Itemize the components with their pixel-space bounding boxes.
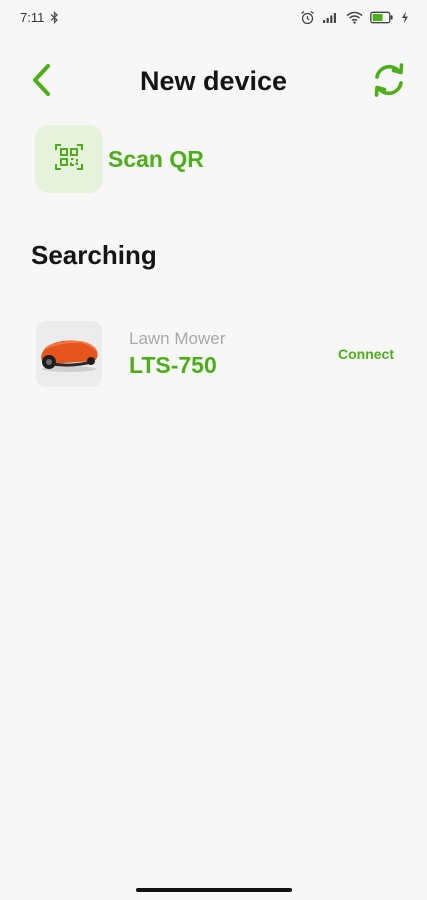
scan-qr-button[interactable]: Scan QR xyxy=(35,125,204,193)
status-time: 7:11 xyxy=(20,9,45,25)
device-image xyxy=(36,321,102,387)
battery-icon xyxy=(370,11,394,24)
charging-icon xyxy=(401,11,409,24)
robot-lawn-mower-icon xyxy=(41,340,98,372)
screen: 7:11 New device Scan QR Searching Lawn M… xyxy=(0,0,427,900)
list-item[interactable]: Lawn Mower LTS-750 Connect xyxy=(36,321,398,387)
refresh-button[interactable] xyxy=(369,62,409,102)
qr-scan-icon xyxy=(54,142,84,177)
section-title-searching: Searching xyxy=(31,240,157,270)
status-bar: 7:11 xyxy=(0,0,427,34)
status-right xyxy=(300,10,409,25)
scan-qr-tile[interactable] xyxy=(35,125,103,193)
device-type: Lawn Mower xyxy=(129,329,226,348)
app-bar: New device xyxy=(0,54,427,110)
connect-button[interactable]: Connect xyxy=(338,346,394,362)
home-indicator[interactable] xyxy=(136,888,292,892)
page-title: New device xyxy=(139,66,288,96)
signal-icon xyxy=(322,11,339,24)
device-model: LTS-750 xyxy=(129,352,217,378)
scan-qr-label[interactable]: Scan QR xyxy=(108,146,204,173)
alarm-icon xyxy=(300,10,315,25)
device-info: Lawn Mower LTS-750 xyxy=(129,329,225,379)
bluetooth-icon xyxy=(50,10,59,24)
refresh-icon xyxy=(370,61,408,104)
wifi-icon xyxy=(346,11,363,24)
status-left: 7:11 xyxy=(20,10,59,25)
